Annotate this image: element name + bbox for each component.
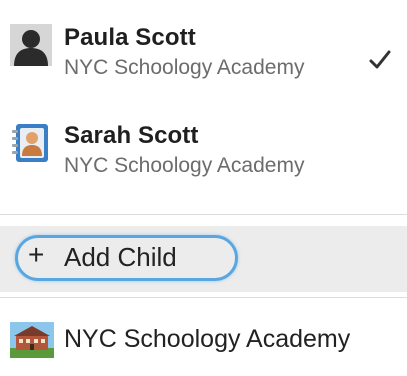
account-school: NYC Schoology Academy (64, 56, 305, 79)
plus-icon: + (28, 239, 45, 270)
person-silhouette-icon (10, 24, 52, 66)
account-item-paula-scott[interactable]: Paula Scott NYC Schoology Academy (0, 24, 407, 104)
account-school: NYC Schoology Academy (64, 154, 305, 177)
account-item-sarah-scott[interactable]: Sarah Scott NYC Schoology Academy (0, 122, 407, 202)
add-child-button[interactable]: + Add Child (0, 226, 407, 292)
divider (0, 214, 407, 215)
add-child-label: Add Child (64, 242, 177, 272)
school-name: NYC Schoology Academy (64, 325, 351, 353)
school-link[interactable]: NYC Schoology Academy (0, 308, 407, 368)
checkmark-icon (369, 50, 391, 70)
account-name: Paula Scott (64, 24, 196, 51)
account-name: Sarah Scott (64, 122, 199, 149)
divider (0, 297, 407, 298)
contact-card-icon (10, 122, 52, 164)
school-building-icon (10, 322, 54, 358)
